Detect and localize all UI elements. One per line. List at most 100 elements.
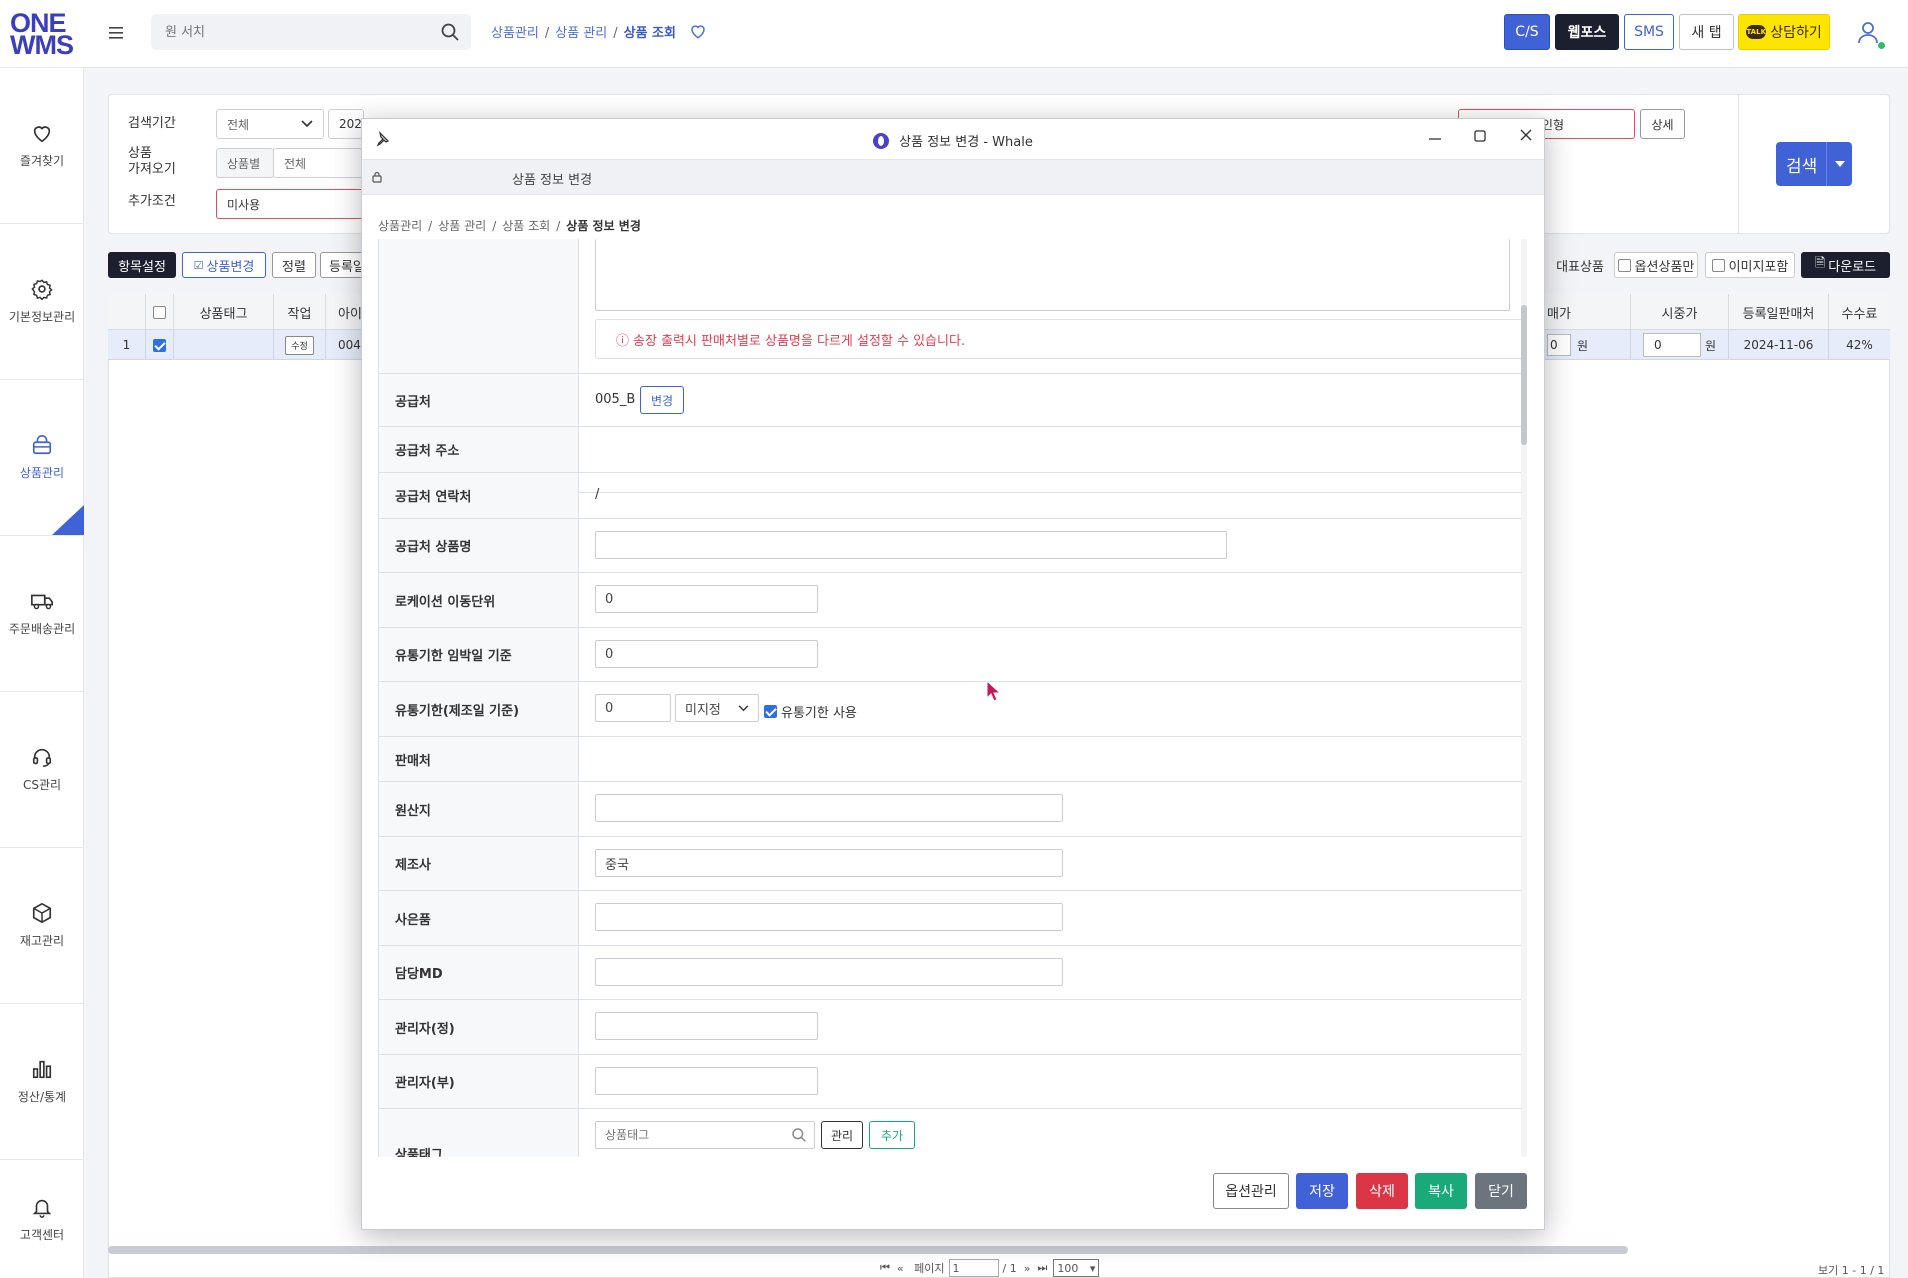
period-select[interactable]: 전체 [216, 109, 324, 139]
grid-header-tag[interactable]: 상품태그 [174, 294, 274, 330]
grid-header-market-price[interactable]: 시중가 [1631, 294, 1729, 330]
price-input[interactable]: 0 [1547, 334, 1571, 356]
supplier-product-input[interactable] [595, 531, 1227, 559]
chevron-down-icon: ▾ [1089, 1261, 1096, 1275]
grid-header-checkbox[interactable] [146, 294, 174, 330]
import-by-select[interactable]: 상품별 [216, 148, 274, 178]
tag-add-button[interactable]: 추가 [869, 1121, 916, 1149]
breadcrumb-current: 상품 조회 [623, 26, 676, 41]
download-button[interactable]: 🗎 다운로드 [1801, 252, 1890, 278]
chevron-down-icon [738, 704, 749, 711]
save-button[interactable]: 저장 [1296, 1173, 1348, 1209]
maker-input[interactable]: 중국 [595, 849, 1063, 877]
grid-header-fee[interactable]: 수수료 [1829, 294, 1890, 330]
breadcrumb-item[interactable]: 상품관리 [491, 26, 539, 41]
include-images-checkbox[interactable]: 이미지포함 [1705, 252, 1795, 278]
search-button[interactable]: 검색 [1776, 142, 1852, 186]
select-all-checkbox[interactable] [153, 305, 166, 319]
expiry-mfg-input[interactable]: 0 [595, 694, 671, 722]
rep-product-toggle[interactable]: 대표상품 [1546, 252, 1614, 278]
webforce-button[interactable]: 웹포스 [1555, 14, 1619, 50]
caret-down-icon[interactable] [1826, 142, 1852, 186]
row-edit-button[interactable]: 수정 [285, 335, 314, 355]
origin-input[interactable] [595, 794, 1063, 822]
md-input[interactable] [595, 958, 1063, 986]
supplier-contact-value: / [595, 487, 600, 502]
close-icon[interactable] [1518, 127, 1534, 143]
option-manage-button[interactable]: 옵션관리 [1213, 1173, 1289, 1209]
product-tag-input[interactable] [595, 1121, 815, 1149]
manager-sub-input[interactable] [595, 1067, 818, 1095]
import-value-select[interactable]: 전체 [273, 148, 363, 178]
sidebar-item-basic-info[interactable]: 기본정보관리 [0, 224, 84, 380]
breadcrumb: 상품관리 / 상품 관리 / 상품 조회 [491, 26, 676, 41]
heart-icon[interactable] [689, 22, 707, 40]
form-row-gift: 사은품 [379, 891, 1525, 946]
grid-header-rownum [108, 294, 146, 330]
checkbox[interactable] [1617, 258, 1631, 272]
page-input[interactable]: 1 [948, 1259, 999, 1277]
user-icon[interactable] [1857, 20, 1879, 44]
grid-header-reg-shop[interactable]: 등록일판매처 [1729, 294, 1829, 330]
sidebar-item-cs[interactable]: CS관리 [0, 692, 84, 848]
consult-button[interactable]: TALK 상담하기 [1738, 14, 1830, 50]
next-page-icon[interactable]: » [1024, 1262, 1031, 1275]
grid-header-action[interactable]: 작업 [274, 294, 326, 330]
horizontal-scrollbar[interactable] [108, 1246, 1628, 1254]
cs-button[interactable]: C/S [1504, 14, 1550, 50]
chevron-down-icon [301, 120, 313, 128]
sms-button[interactable]: SMS [1624, 14, 1674, 50]
supplier-value: 005_B [595, 392, 636, 407]
product-name-textarea[interactable] [595, 239, 1510, 311]
bell-icon [32, 1199, 52, 1218]
manager-main-input[interactable] [595, 1012, 818, 1040]
global-search-input[interactable] [151, 14, 471, 50]
sort-button[interactable]: 정렬 [272, 252, 316, 278]
delete-button[interactable]: 삭제 [1356, 1173, 1408, 1209]
checkbox-icon: ☑ [193, 258, 204, 272]
close-button[interactable]: 닫기 [1475, 1173, 1527, 1209]
onewms-logo[interactable]: ONE WMS [10, 10, 74, 59]
bar-chart-icon [32, 1060, 52, 1079]
new-tab-button[interactable]: 새 탭 [1679, 14, 1734, 50]
supplier-change-button[interactable]: 변경 [640, 386, 685, 414]
gift-input[interactable] [595, 903, 1063, 931]
row-checkbox-cell[interactable] [146, 330, 174, 360]
search-icon[interactable] [791, 1127, 807, 1143]
checkbox[interactable] [764, 705, 777, 718]
search-icon[interactable] [440, 22, 460, 42]
grid-header-price[interactable]: 매가 [1545, 294, 1631, 330]
sidebar-item-support[interactable]: 고객센터 [0, 1160, 84, 1278]
detail-button[interactable]: 상세 [1640, 109, 1685, 139]
sidebar-item-favorites[interactable]: 즐겨찾기 [0, 68, 84, 224]
copy-button[interactable]: 복사 [1415, 1173, 1467, 1209]
extra-condition-select[interactable]: 미사용 [216, 189, 364, 219]
minimize-icon[interactable] [1428, 133, 1442, 145]
hamburger-menu-icon[interactable] [107, 24, 127, 42]
date-input[interactable]: 202 [328, 109, 364, 139]
market-price-input[interactable]: 0 [1642, 333, 1701, 357]
option-only-checkbox[interactable]: 옵션상품만 [1614, 252, 1698, 278]
expiry-mfg-select[interactable]: 미지정 [675, 694, 759, 722]
expiry-use-checkbox[interactable]: 유통기한 사용 [764, 702, 857, 721]
maximize-icon[interactable] [1473, 129, 1487, 143]
vertical-scrollbar[interactable] [1521, 305, 1527, 445]
tag-manage-button[interactable]: 관리 [821, 1121, 864, 1149]
register-date-button[interactable]: 등록일 [320, 252, 364, 278]
checkbox[interactable] [1711, 258, 1725, 272]
sidebar-item-inventory[interactable]: 재고관리 [0, 848, 84, 1004]
grid-header-id[interactable]: 아이 [326, 294, 362, 330]
breadcrumb-item[interactable]: 상품 관리 [555, 26, 607, 41]
page-size-select[interactable]: 100 ▾ [1053, 1259, 1100, 1277]
location-unit-input[interactable]: 0 [595, 585, 818, 613]
row-checkbox[interactable] [153, 338, 166, 352]
form-row-supplier-contact: 공급처 연락처 / [379, 473, 1525, 519]
column-settings-button[interactable]: 항목설정 [108, 252, 176, 278]
sidebar-item-settlement[interactable]: 정산/통계 [0, 1004, 84, 1160]
product-change-button[interactable]: ☑ 상품변경 [182, 252, 266, 278]
first-page-icon[interactable]: ⏮ [880, 1261, 890, 1275]
last-page-icon[interactable]: ⏭ [1037, 1261, 1047, 1275]
expiry-near-input[interactable]: 0 [595, 640, 818, 668]
prev-page-icon[interactable]: « [897, 1262, 904, 1275]
sidebar-item-order-delivery[interactable]: 주문배송관리 [0, 536, 84, 692]
